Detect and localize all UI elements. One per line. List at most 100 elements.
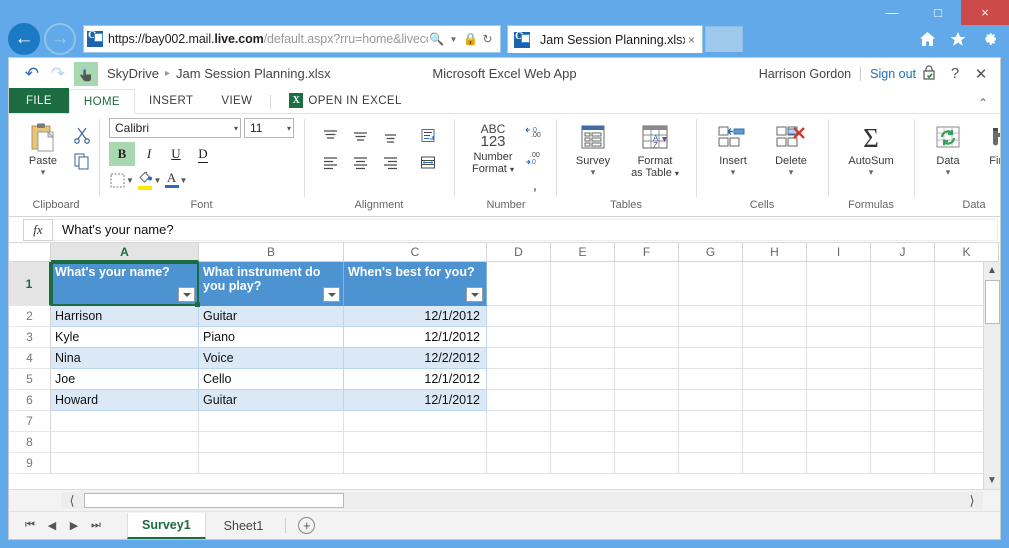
insert-function-button[interactable]: fx <box>23 218 53 241</box>
cell-j7[interactable] <box>871 411 935 432</box>
cell-g4[interactable] <box>679 348 743 369</box>
cell-c2[interactable]: 12/1/2012 <box>344 306 487 327</box>
cell-c8[interactable] <box>344 432 487 453</box>
cell-e8[interactable] <box>551 432 615 453</box>
cell-a5[interactable]: Joe <box>51 369 199 390</box>
data-refresh-button[interactable]: Data ▾ <box>922 118 974 177</box>
cell-d6[interactable] <box>487 390 551 411</box>
delete-caret-icon[interactable]: ▾ <box>789 168 794 177</box>
autosum-caret-icon[interactable]: ▾ <box>869 168 874 177</box>
find-button[interactable]: Find <box>974 118 1000 167</box>
align-center-button[interactable] <box>346 151 374 175</box>
cell-d9[interactable] <box>487 453 551 474</box>
cell-c9[interactable] <box>344 453 487 474</box>
star-icon[interactable] <box>948 29 968 49</box>
cell-b8[interactable] <box>199 432 344 453</box>
cell-g6[interactable] <box>679 390 743 411</box>
tab-insert[interactable]: INSERT <box>135 88 207 113</box>
row-header-7[interactable]: 7 <box>9 411 51 432</box>
cell-c7[interactable] <box>344 411 487 432</box>
prev-sheet-button[interactable]: ◀ <box>41 515 63 537</box>
next-sheet-button[interactable]: ▶ <box>63 515 85 537</box>
privacy-lock-icon[interactable] <box>916 64 942 84</box>
align-middle-button[interactable] <box>346 124 374 148</box>
cell-f7[interactable] <box>615 411 679 432</box>
cell-g7[interactable] <box>679 411 743 432</box>
browser-tab[interactable]: Jam Session Planning.xlsx - ... × <box>507 25 703 53</box>
cell-h7[interactable] <box>743 411 807 432</box>
cell-b7[interactable] <box>199 411 344 432</box>
column-header-k[interactable]: K <box>935 243 999 262</box>
italic-button[interactable]: I <box>136 142 162 166</box>
cell-a3[interactable]: Kyle <box>51 327 199 348</box>
filter-dropdown-icon[interactable] <box>466 287 483 302</box>
row-header-8[interactable]: 8 <box>9 432 51 453</box>
cell-f6[interactable] <box>615 390 679 411</box>
tab-view[interactable]: VIEW <box>207 88 266 113</box>
cell-h9[interactable] <box>743 453 807 474</box>
scroll-up-button[interactable]: ▲ <box>984 262 1001 279</box>
sheet-tab-sheet1[interactable]: Sheet1 <box>210 513 278 539</box>
back-button[interactable]: ← <box>8 23 40 55</box>
scroll-left-button[interactable]: ⟨ <box>61 490 83 512</box>
column-header-e[interactable]: E <box>551 243 615 262</box>
tab-file[interactable]: FILE <box>9 88 69 113</box>
cell-i6[interactable] <box>807 390 871 411</box>
home-icon[interactable] <box>917 29 937 49</box>
column-header-f[interactable]: F <box>615 243 679 262</box>
app-close-button[interactable]: ✕ <box>968 65 994 83</box>
cell-a2[interactable]: Harrison <box>51 306 199 327</box>
merge-cells-button[interactable] <box>414 151 442 175</box>
cell-i7[interactable] <box>807 411 871 432</box>
cell-b2[interactable]: Guitar <box>199 306 344 327</box>
insert-caret-icon[interactable]: ▾ <box>731 168 736 177</box>
insert-cells-button[interactable]: Insert ▾ <box>704 118 762 177</box>
cell-a8[interactable] <box>51 432 199 453</box>
cell-g2[interactable] <box>679 306 743 327</box>
address-bar[interactable]: https://bay002.mail.live.com/default.asp… <box>83 25 501 53</box>
cell-d4[interactable] <box>487 348 551 369</box>
touch-mode-button[interactable] <box>74 61 98 86</box>
row-header-6[interactable]: 6 <box>9 390 51 411</box>
cell-c6[interactable]: 12/1/2012 <box>344 390 487 411</box>
cell-a4[interactable]: Nina <box>51 348 199 369</box>
cell-c1[interactable]: When's best for you? <box>344 262 487 306</box>
underline-button[interactable]: U <box>163 142 189 166</box>
row-header-9[interactable]: 9 <box>9 453 51 474</box>
wrap-text-button[interactable] <box>414 124 442 148</box>
tab-open-in-excel[interactable]: X OPEN IN EXCEL <box>275 88 415 113</box>
scroll-right-button[interactable]: ⟩ <box>961 490 983 512</box>
cell-g9[interactable] <box>679 453 743 474</box>
filter-dropdown-icon[interactable] <box>178 287 195 302</box>
column-header-j[interactable]: J <box>871 243 935 262</box>
borders-button[interactable]: ▼ <box>109 168 135 192</box>
cell-d2[interactable] <box>487 306 551 327</box>
cell-f4[interactable] <box>615 348 679 369</box>
select-all-corner[interactable] <box>9 243 51 262</box>
horizontal-scroll-thumb[interactable] <box>84 493 344 508</box>
cell-a6[interactable]: Howard <box>51 390 199 411</box>
cell-h3[interactable] <box>743 327 807 348</box>
cell-f1[interactable] <box>615 262 679 306</box>
delete-cells-button[interactable]: Delete ▾ <box>762 118 820 177</box>
cell-c5[interactable]: 12/1/2012 <box>344 369 487 390</box>
cell-h1[interactable] <box>743 262 807 306</box>
formula-input[interactable]: What's your name? <box>53 218 998 241</box>
sign-out-link[interactable]: Sign out <box>870 67 916 81</box>
gear-icon[interactable] <box>979 29 999 49</box>
first-sheet-button[interactable]: ⏮ <box>19 515 41 537</box>
cell-b6[interactable]: Guitar <box>199 390 344 411</box>
cell-e7[interactable] <box>551 411 615 432</box>
paste-caret-icon[interactable]: ▾ <box>41 168 46 177</box>
cell-j5[interactable] <box>871 369 935 390</box>
comma-style-button[interactable]: , <box>522 172 548 198</box>
cell-f3[interactable] <box>615 327 679 348</box>
breadcrumb-filename[interactable]: Jam Session Planning.xlsx <box>176 66 331 81</box>
cell-d8[interactable] <box>487 432 551 453</box>
cell-j1[interactable] <box>871 262 935 306</box>
align-bottom-button[interactable] <box>376 124 404 148</box>
cell-i9[interactable] <box>807 453 871 474</box>
cell-f8[interactable] <box>615 432 679 453</box>
cell-h6[interactable] <box>743 390 807 411</box>
cell-i8[interactable] <box>807 432 871 453</box>
